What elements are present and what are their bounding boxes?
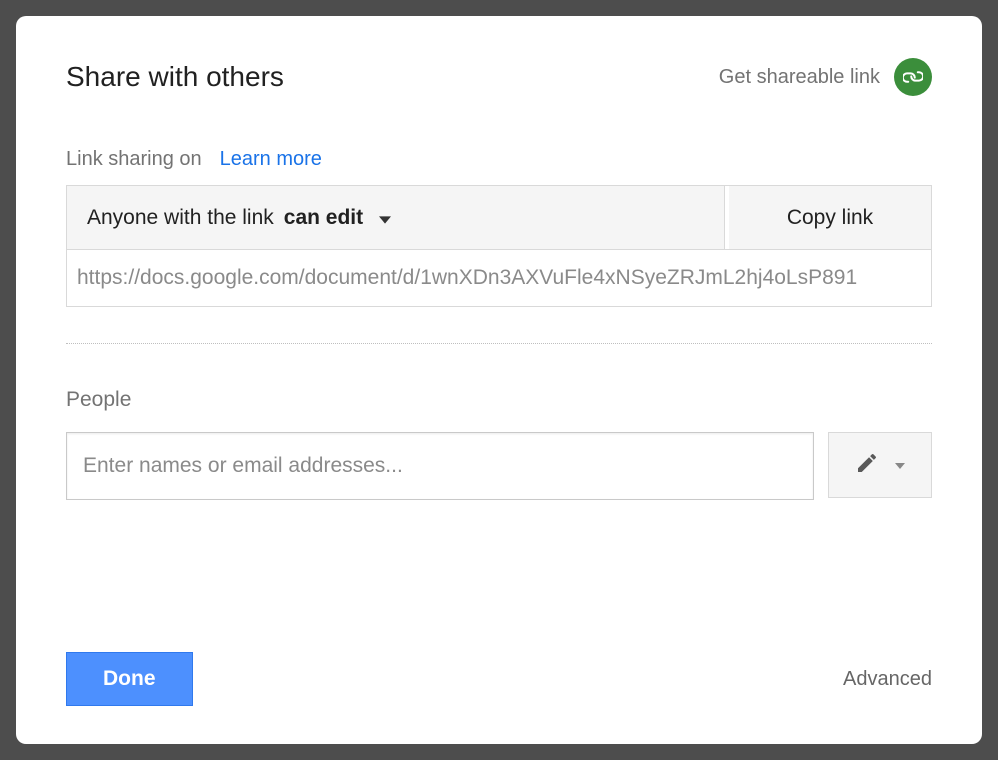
caret-down-icon: [379, 206, 391, 230]
link-sharing-status-row: Link sharing on Learn more: [66, 148, 932, 171]
people-input[interactable]: [66, 432, 814, 500]
link-icon: [894, 58, 932, 96]
advanced-link[interactable]: Advanced: [843, 668, 932, 691]
copy-link-button[interactable]: Copy link: [725, 186, 931, 249]
people-section-label: People: [66, 388, 932, 412]
link-sharing-status: Link sharing on: [66, 148, 202, 171]
people-input-row: [66, 432, 932, 500]
permission-selector-button[interactable]: [828, 432, 932, 498]
caret-down-icon: [895, 456, 905, 474]
link-controls: Anyone with the link can edit Copy link …: [66, 185, 932, 307]
permission-prefix: Anyone with the link: [87, 206, 274, 230]
link-controls-top: Anyone with the link can edit Copy link: [67, 186, 931, 249]
done-button[interactable]: Done: [66, 652, 193, 706]
dialog-header: Share with others Get shareable link: [66, 58, 932, 96]
section-divider: [66, 343, 932, 344]
share-url-display[interactable]: https://docs.google.com/document/d/1wnXD…: [67, 249, 931, 306]
get-shareable-link-button[interactable]: Get shareable link: [719, 58, 932, 96]
learn-more-link[interactable]: Learn more: [220, 148, 322, 171]
dialog-title: Share with others: [66, 61, 284, 93]
share-dialog: Share with others Get shareable link Lin…: [16, 16, 982, 744]
copy-link-label: Copy link: [787, 206, 873, 230]
permission-level: can edit: [284, 206, 363, 230]
permission-dropdown[interactable]: Anyone with the link can edit: [67, 186, 725, 249]
get-shareable-link-label: Get shareable link: [719, 66, 880, 89]
pencil-icon: [855, 451, 879, 480]
dialog-footer: Done Advanced: [66, 652, 932, 706]
